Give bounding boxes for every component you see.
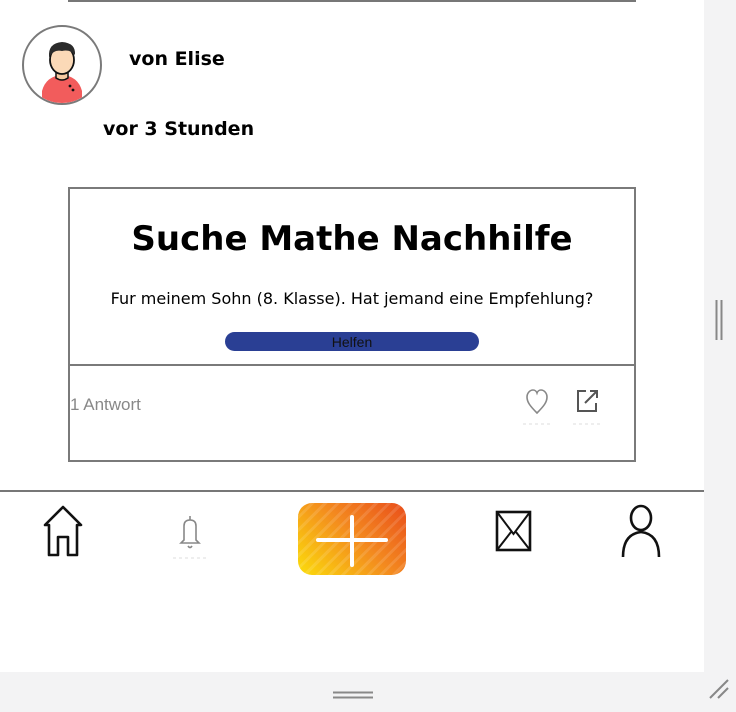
vertical-grip-icon[interactable]	[714, 300, 724, 340]
feed: von Elise vor 3 Stunden Suche Mathe Nach…	[0, 0, 704, 672]
nav-add-button[interactable]	[298, 503, 406, 575]
post-card: Suche Mathe Nachhilfe Fur meinem Sohn (8…	[68, 187, 636, 462]
post-title: Suche Mathe Nachhilfe	[131, 219, 573, 259]
reply-count[interactable]: 1 Antwort	[70, 395, 141, 415]
home-icon	[43, 505, 83, 557]
profile-icon	[621, 504, 661, 558]
help-button[interactable]: Helfen	[225, 332, 479, 351]
card-divider	[70, 364, 634, 366]
nav-messages-button[interactable]	[494, 508, 534, 554]
resize-handle-icon[interactable]	[708, 678, 730, 700]
nav-notifications-button[interactable]	[172, 512, 208, 560]
nav-profile-button[interactable]	[620, 503, 662, 559]
bottom-nav-divider	[0, 490, 704, 492]
person-avatar-icon	[42, 42, 82, 103]
share-icon	[573, 390, 603, 425]
like-button[interactable]	[522, 385, 552, 427]
bell-icon	[173, 516, 207, 559]
avatar[interactable]	[22, 25, 102, 105]
mail-icon	[495, 510, 532, 552]
share-button[interactable]	[572, 385, 604, 427]
post-author[interactable]: von Elise	[129, 48, 225, 70]
previous-post-card	[68, 0, 636, 2]
horizontal-grip-icon[interactable]	[333, 685, 373, 699]
post-body: Fur meinem Sohn (8. Klasse). Hat jemand …	[110, 289, 594, 308]
plus-icon	[316, 515, 388, 567]
heart-icon	[523, 389, 551, 425]
post-time: vor 3 Stunden	[103, 118, 255, 140]
nav-home-button[interactable]	[40, 503, 86, 559]
